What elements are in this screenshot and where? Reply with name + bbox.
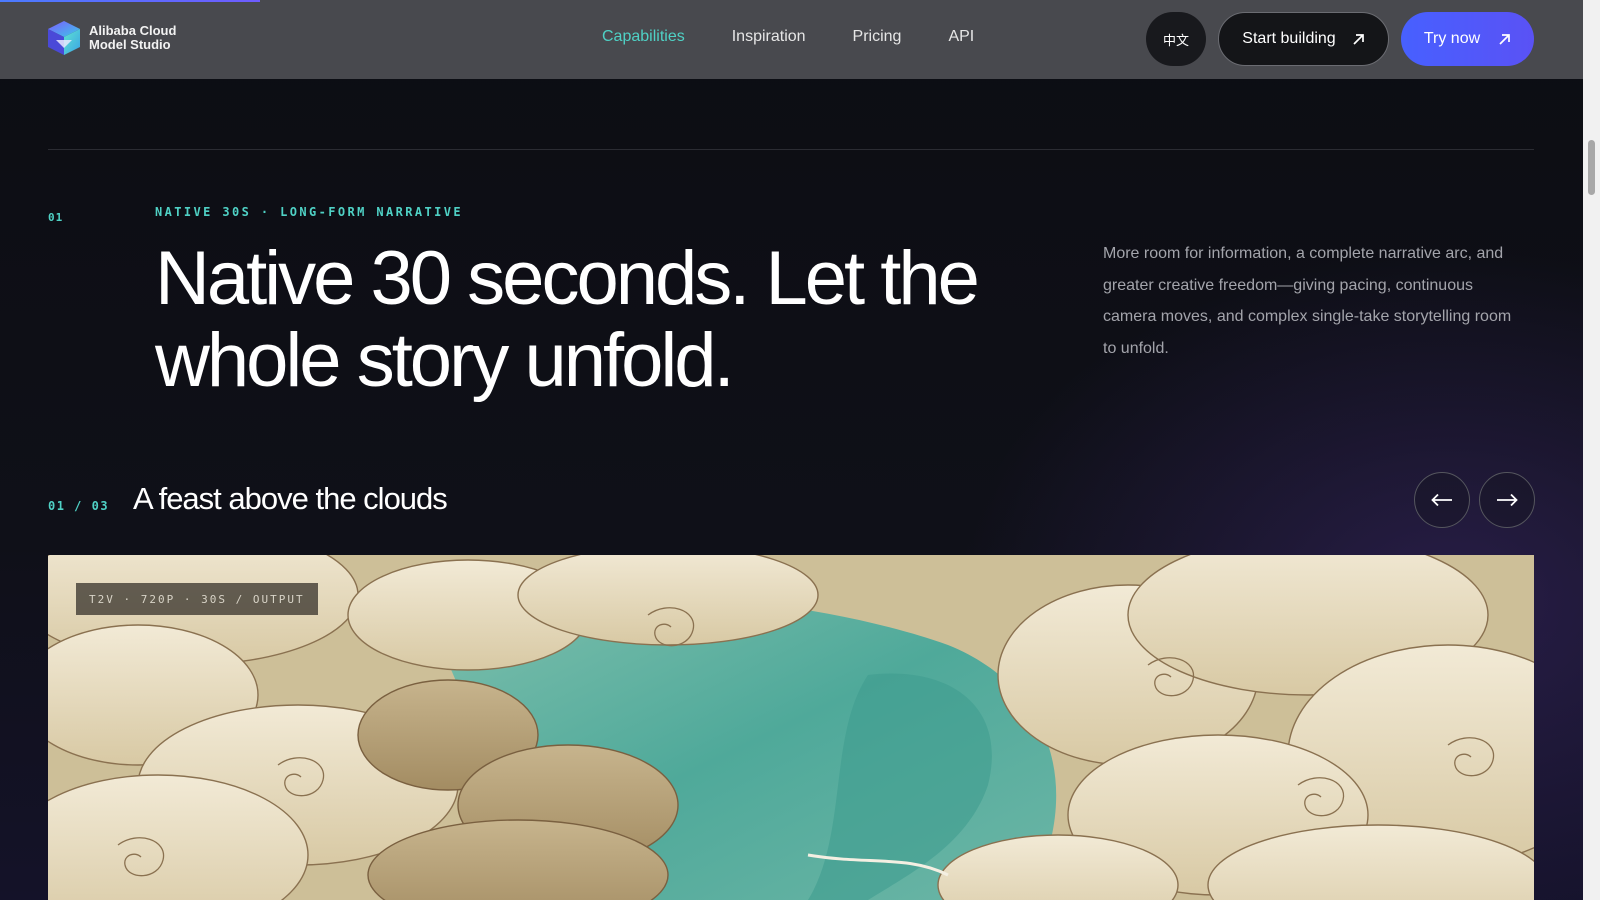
nav-link-capabilities[interactable]: Capabilities <box>602 28 685 46</box>
brand-name-line1: Alibaba Cloud <box>89 23 177 38</box>
carousel-prev-button[interactable] <box>1414 472 1470 528</box>
start-building-button[interactable]: Start building <box>1218 12 1389 66</box>
section-headline: Native 30 seconds. Let the whole story u… <box>155 236 980 403</box>
section-number: 01 <box>48 211 64 224</box>
top-navigation-bar: Alibaba Cloud Model Studio Capabilities … <box>0 0 1583 79</box>
model-studio-logo-icon <box>48 21 80 55</box>
arrow-up-right-icon <box>1499 33 1511 45</box>
media-format-tag: T2V · 720P · 30S / OUTPUT <box>76 583 318 615</box>
media-format-label: T2V · 720P · 30S / OUTPUT <box>89 592 305 606</box>
section-description: More room for information, a complete na… <box>1103 245 1512 357</box>
brand-name-line2: Model Studio <box>89 37 171 52</box>
try-now-label: Try now <box>1423 30 1481 47</box>
carousel-slide-title: A feast above the clouds <box>133 481 448 516</box>
nav-link-pricing[interactable]: Pricing <box>853 28 902 46</box>
nav-link-inspiration[interactable]: Inspiration <box>732 28 806 46</box>
language-switch-label: 中文 <box>1162 32 1189 48</box>
arrow-right-icon <box>1497 493 1518 507</box>
nav-link-api[interactable]: API <box>948 28 974 46</box>
section-divider <box>48 149 1534 150</box>
try-now-button[interactable]: Try now <box>1401 12 1534 66</box>
arrow-up-right-icon <box>1353 33 1364 45</box>
start-building-label: Start building <box>1242 30 1336 47</box>
brand-name: Alibaba Cloud Model Studio <box>89 24 176 52</box>
scrollbar-thumb[interactable] <box>1588 140 1595 195</box>
brand-logo[interactable]: Alibaba Cloud Model Studio <box>47 20 176 56</box>
page-progress-indicator <box>0 0 260 2</box>
carousel-next-button[interactable] <box>1479 472 1535 528</box>
page-scrollbar[interactable] <box>1583 0 1600 900</box>
language-switch-button[interactable]: 中文 <box>1146 12 1206 66</box>
section-eyebrow: NATIVE 30S · LONG-FORM NARRATIVE <box>155 205 463 219</box>
carousel-counter: 01 / 03 <box>48 499 110 513</box>
main-nav: Capabilities Inspiration Pricing API <box>602 28 974 46</box>
arrow-left-icon <box>1431 493 1452 507</box>
carousel-video-preview[interactable]: T2V · 720P · 30S / OUTPUT <box>48 555 1534 900</box>
